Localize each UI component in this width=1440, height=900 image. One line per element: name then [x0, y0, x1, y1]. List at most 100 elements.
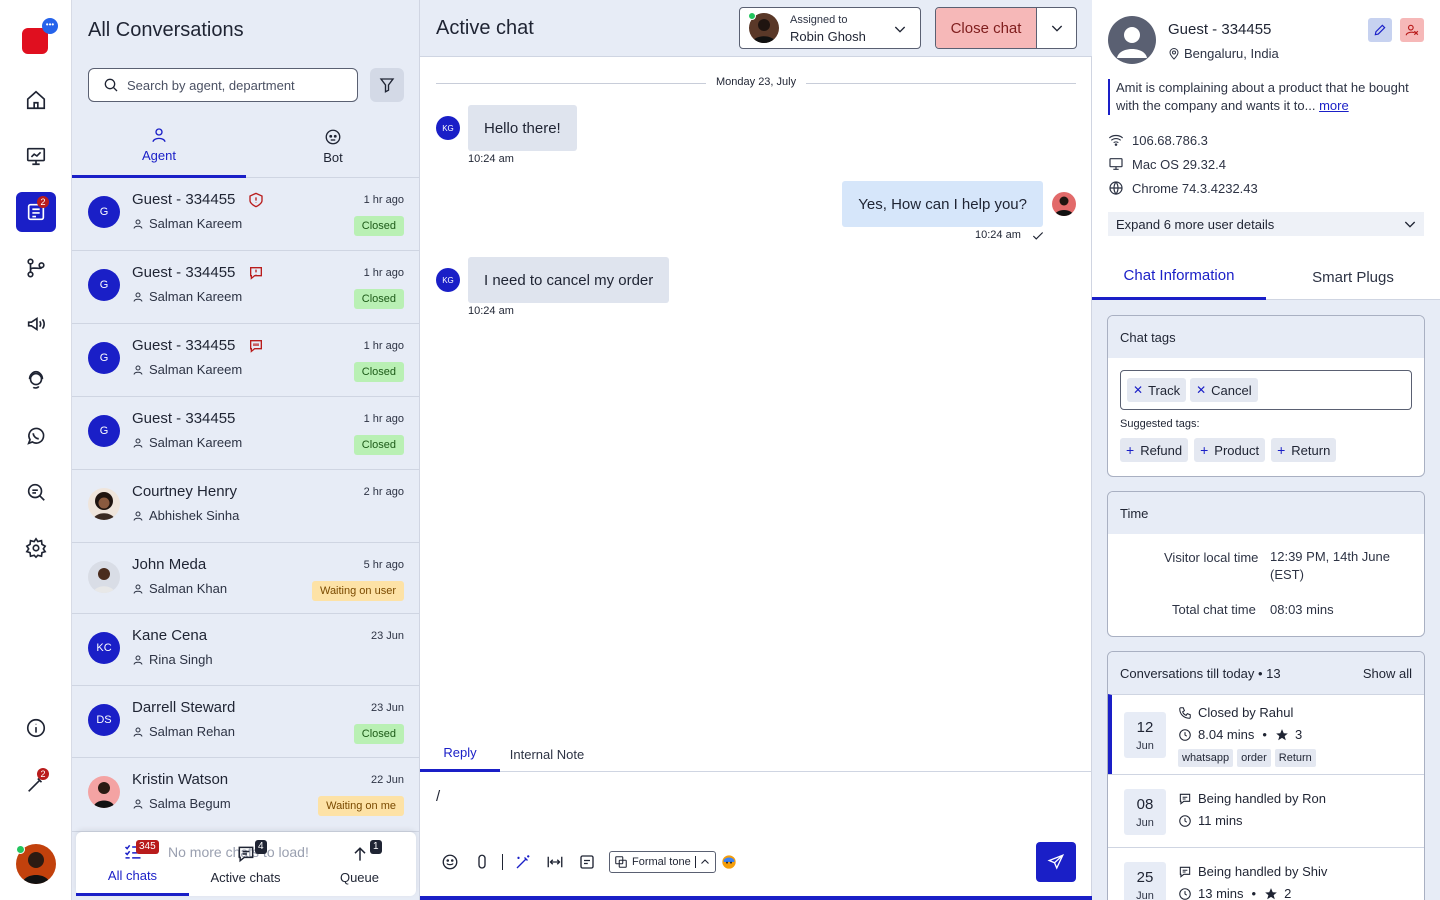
edit-visitor-button[interactable] — [1368, 18, 1392, 42]
nav-all-chats[interactable]: All chats 345 — [76, 832, 189, 896]
operating-system: Mac OS 29.32.4 — [1108, 156, 1226, 172]
conversation-item[interactable]: KC Kane Cena Rina Singh 23 Jun — [72, 614, 419, 686]
show-all-link[interactable]: Show all — [1363, 666, 1412, 681]
emoji-icon[interactable] — [434, 850, 466, 874]
inbox-icon[interactable]: 2 — [16, 192, 56, 232]
agent-avatar — [1052, 192, 1076, 216]
more-link[interactable]: more — [1319, 98, 1349, 113]
remove-tag-icon[interactable]: ✕ — [1196, 383, 1206, 397]
magic-wand-icon[interactable]: 2 — [16, 764, 56, 804]
tone-selector[interactable]: Formal tone — [609, 851, 716, 873]
person-icon — [133, 584, 143, 594]
past-conversation[interactable]: 12 Jun Closed by Rahul 8.04 mins • 3 wha… — [1108, 694, 1424, 774]
remove-tag-icon[interactable]: ✕ — [1133, 383, 1143, 397]
past-conversation[interactable]: 25 Jun Being handled by Shiv 13 mins • 2 — [1108, 847, 1424, 900]
close-chat-dropdown[interactable] — [1036, 8, 1076, 48]
arrow-up-icon — [353, 846, 366, 861]
person-icon — [133, 438, 143, 448]
canned-response-icon[interactable] — [571, 850, 603, 874]
nav-queue[interactable]: Queue 1 — [303, 832, 416, 896]
conversation-item[interactable]: G Guest - 334455 Salman Kareem 1 hr ago … — [72, 324, 419, 397]
visitor-description: Amit is complaining about a product that… — [1108, 79, 1426, 115]
suggested-tag-label: Product — [1214, 442, 1260, 458]
chevron-up-icon — [700, 859, 709, 864]
avatar — [88, 776, 120, 808]
tab-smart-plugs[interactable]: Smart Plugs — [1266, 254, 1440, 300]
conversation-name: Guest - 334455 — [132, 410, 236, 427]
tag-chip[interactable]: ✕ Cancel — [1190, 378, 1258, 402]
filter-button[interactable] — [370, 68, 404, 102]
tab-agent-label: Agent — [142, 148, 176, 163]
visitor-location: Bengaluru, India — [1168, 46, 1279, 61]
tab-reply[interactable]: Reply — [420, 736, 500, 772]
whatsapp-icon[interactable] — [16, 416, 56, 456]
nav-active-chats[interactable]: Active chats 4 — [189, 832, 302, 896]
duration-text: 11 mins — [1198, 813, 1243, 828]
message-composer[interactable] — [436, 788, 1076, 805]
tab-chat-information[interactable]: Chat Information — [1092, 254, 1266, 300]
conversation-tag: whatsapp — [1178, 749, 1234, 767]
tag-input[interactable]: ✕ Track ✕ Cancel — [1120, 370, 1412, 410]
status-text: Being handled by Shiv — [1198, 864, 1328, 879]
avatar — [88, 488, 120, 520]
send-button[interactable] — [1036, 842, 1076, 882]
tab-bot[interactable]: Bot — [246, 114, 419, 178]
settings-icon[interactable] — [16, 528, 56, 568]
conversation-item[interactable]: G Guest - 334455 Salman Kareem 1 hr ago … — [72, 397, 419, 470]
chat-tags-title: Chat tags — [1108, 316, 1424, 358]
visitor-time-label: Visitor local time — [1164, 550, 1259, 565]
tab-agent[interactable]: Agent — [72, 114, 246, 178]
visitor-avatar — [1108, 16, 1156, 64]
conversation-item[interactable]: G Guest - 334455 Salman Kareem 1 hr ago … — [72, 251, 419, 324]
attachment-icon[interactable] — [466, 850, 498, 874]
conversation-time: 1 hr ago — [363, 267, 404, 279]
workflow-icon[interactable] — [16, 248, 56, 288]
user-block-icon — [1405, 24, 1419, 36]
past-conversation[interactable]: 08 Jun Being handled by Ron 11 mins — [1108, 774, 1424, 847]
expand-details-button[interactable]: Expand 6 more user details — [1108, 212, 1424, 236]
avatar: G — [88, 269, 120, 301]
block-visitor-button[interactable] — [1400, 18, 1424, 42]
tag-chip[interactable]: ✕ Track — [1127, 378, 1187, 402]
conversation-item[interactable]: Courtney Henry Abhishek Sinha 2 hr ago — [72, 470, 419, 543]
analytics-icon[interactable] — [16, 136, 56, 176]
home-icon[interactable] — [16, 80, 56, 120]
alert-icon — [249, 192, 263, 208]
chat-search-icon[interactable] — [16, 472, 56, 512]
status-badge: Closed — [353, 724, 404, 744]
info-icon[interactable] — [16, 708, 56, 748]
campaign-icon[interactable] — [16, 304, 56, 344]
suggested-tag[interactable]: + Return — [1271, 438, 1337, 462]
search-input[interactable] — [127, 77, 347, 93]
expand-width-icon[interactable] — [539, 850, 571, 874]
conversation-time: 5 hr ago — [363, 559, 404, 571]
conversation-item[interactable]: DS Darrell Steward Salman Rehan 23 Jun C… — [72, 686, 419, 758]
plus-icon: + — [1277, 442, 1286, 458]
ai-rewrite-icon[interactable] — [507, 850, 539, 874]
assignee-dropdown[interactable]: Assigned to Robin Ghosh — [739, 7, 921, 49]
time-title: Time — [1108, 492, 1424, 534]
support-agent-icon[interactable] — [16, 360, 56, 400]
conversation-item[interactable]: John Meda Salman Khan 5 hr ago Waiting o… — [72, 543, 419, 614]
suggested-tag[interactable]: + Product — [1194, 438, 1266, 462]
agent-name: Salman Kareem — [149, 216, 243, 231]
search-box[interactable] — [88, 68, 358, 102]
conversation-item[interactable]: G Guest - 334455 Salman Kareem 1 hr ago … — [72, 178, 419, 251]
reply-tabs: Reply Internal Note — [420, 736, 1092, 772]
online-status-dot — [16, 845, 25, 854]
close-chat-button[interactable]: Close chat — [936, 8, 1036, 48]
left-rail: ••• 2 2 — [0, 0, 72, 900]
conversation-time: 23 Jun — [370, 630, 404, 642]
conversation-item[interactable]: Kristin Watson Salma Begum 22 Jun Waitin… — [72, 758, 419, 832]
status-badge: Waiting on user — [311, 581, 404, 601]
agent-name: Salman Kareem — [149, 362, 243, 377]
status-text: Closed by Rahul — [1198, 705, 1294, 720]
phone-icon — [1179, 706, 1191, 719]
tab-internal-note[interactable]: Internal Note — [504, 736, 590, 772]
suggested-tag[interactable]: + Refund — [1120, 438, 1189, 462]
conversation-name: Darrell Steward — [132, 699, 236, 716]
ip-text: 106.68.786.3 — [1132, 132, 1208, 148]
conversation-name: Kane Cena — [132, 627, 208, 644]
nav-all-chats-label: All chats — [107, 868, 158, 883]
rating-text: 2 — [1284, 886, 1292, 900]
